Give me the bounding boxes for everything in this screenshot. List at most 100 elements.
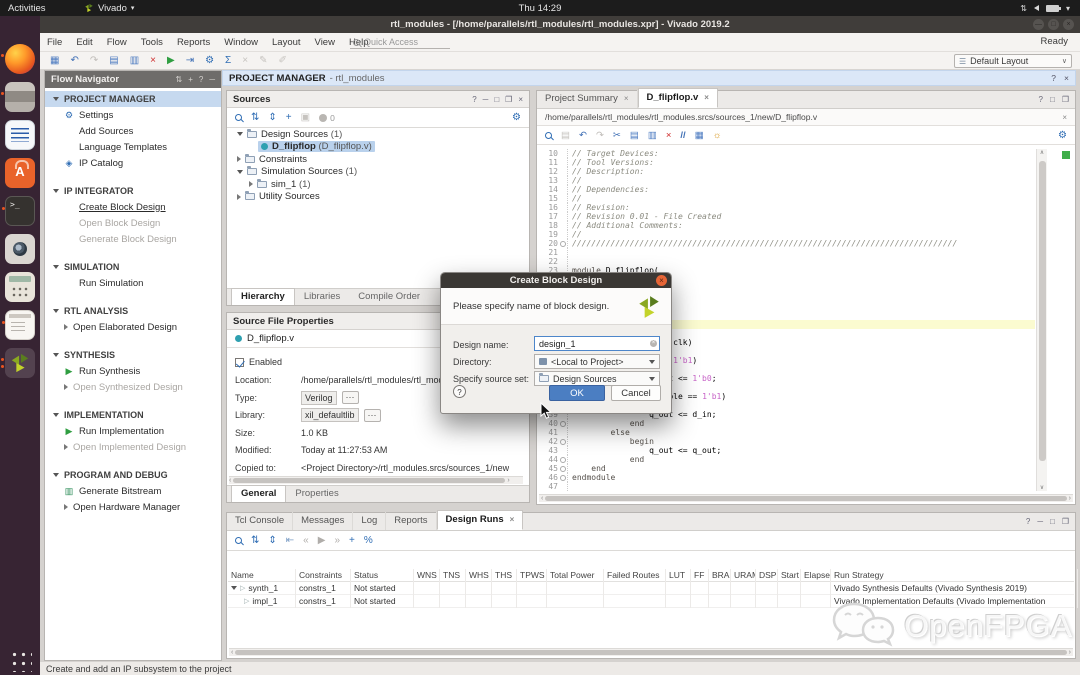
column-bram[interactable]: BRAM [709, 569, 731, 582]
search-icon[interactable] [235, 114, 242, 121]
menu-window[interactable]: Window [217, 33, 265, 52]
window-icon[interactable]: × [518, 95, 523, 104]
help-button[interactable]: ? [453, 385, 466, 398]
close-window-icon[interactable]: × [1063, 19, 1074, 30]
close-icon[interactable]: × [1064, 73, 1069, 83]
redo-icon[interactable]: ↷ [90, 53, 98, 69]
bottom-hscrollbar[interactable]: ‹› [229, 648, 1073, 656]
paste-icon[interactable]: ▥ [648, 130, 657, 141]
directory-select[interactable]: <Local to Project> [534, 354, 660, 369]
run-icon[interactable]: ▶ [167, 53, 175, 69]
add-icon[interactable]: + [188, 75, 193, 84]
menu-tools[interactable]: Tools [134, 33, 170, 52]
window-icon[interactable]: □ [494, 95, 499, 104]
tab-messages[interactable]: Messages [293, 512, 353, 530]
close-icon[interactable]: × [656, 275, 667, 286]
close-tab-icon[interactable]: × [704, 92, 709, 104]
code-line-19[interactable]: 19// [538, 230, 1035, 239]
delete-icon[interactable]: × [666, 130, 672, 141]
minimize-window-icon[interactable]: — [1033, 19, 1044, 30]
scroll-down-icon[interactable]: ∨ [1037, 484, 1047, 491]
flow-item-open-block-design[interactable]: Open Block Design [45, 215, 221, 231]
flow-section-project-manager[interactable]: PROJECT MANAGER [45, 91, 221, 107]
tree-item-design-sources[interactable]: Design Sources (1) [227, 128, 529, 141]
flow-item-generate-bitstream[interactable]: ▥Generate Bitstream [45, 483, 221, 499]
flow-section-synthesis[interactable]: SYNTHESIS [45, 347, 221, 363]
window-icon[interactable]: ─ [1037, 517, 1043, 526]
tab-project-summary[interactable]: Project Summary× [537, 90, 638, 108]
cancel-button[interactable]: Cancel [611, 385, 661, 401]
code-line-45[interactable]: 45 end [538, 464, 1035, 473]
tab-general[interactable]: General [231, 485, 286, 502]
add-sources-icon[interactable]: + [286, 109, 292, 127]
column-failed-routes[interactable]: Failed Routes [604, 569, 666, 582]
percent-icon[interactable]: % [364, 532, 373, 550]
menu-view[interactable]: View [308, 33, 342, 52]
flow-section-program-and-debug[interactable]: PROGRAM AND DEBUG [45, 467, 221, 483]
play-icon[interactable]: ▶ [318, 532, 326, 550]
open-project-icon[interactable]: ▦ [50, 53, 59, 69]
window-icon[interactable]: □ [1050, 95, 1055, 104]
tab-libraries[interactable]: Libraries [295, 289, 349, 305]
files-icon[interactable] [5, 82, 35, 112]
lightbulb-icon[interactable]: ☼ [713, 130, 722, 141]
column-tns[interactable]: TNS [440, 569, 466, 582]
sources-header[interactable]: Sources ?─□❐× [227, 91, 529, 108]
column-uram[interactable]: URAM [731, 569, 756, 582]
quick-access-search[interactable]: Quick Access [350, 36, 450, 49]
code-line-46[interactable]: 46endmodule [538, 473, 1035, 482]
run-row-synth-1[interactable]: ▷synth_1constrs_1Not startedVivado Synth… [228, 582, 1074, 595]
flow-item-run-implementation[interactable]: ▶Run Implementation [45, 423, 221, 439]
collapse-all-icon[interactable]: ⇅ [251, 532, 259, 550]
run-row-impl-1[interactable]: ▷impl_1constrs_1Not startedVivado Implem… [228, 595, 1074, 608]
delete-icon[interactable]: × [150, 53, 156, 69]
tab-hierarchy[interactable]: Hierarchy [231, 288, 295, 305]
save-icon[interactable]: ▤ [561, 130, 570, 141]
undo-icon[interactable]: ↶ [579, 130, 587, 141]
vivado-icon[interactable] [5, 348, 35, 378]
column-tpws[interactable]: TPWS [517, 569, 547, 582]
window-icon[interactable]: ─ [483, 95, 489, 104]
dock-toggle-icon[interactable]: ⇅ [176, 75, 183, 84]
tab-d-flipflop-v[interactable]: D_flipflop.v× [638, 88, 718, 108]
clock[interactable]: Thu 14:29 [0, 0, 1080, 16]
tab-reports[interactable]: Reports [386, 512, 436, 530]
step-forward-icon[interactable]: » [334, 532, 340, 550]
code-line-41[interactable]: 41 else [538, 428, 1035, 437]
column-ths[interactable]: THS [492, 569, 517, 582]
window-icon[interactable]: ? [1026, 517, 1030, 526]
flow-item-open-synthesized-design[interactable]: Open Synthesized Design [45, 379, 221, 395]
flow-section-rtl-analysis[interactable]: RTL ANALYSIS [45, 303, 221, 319]
close-tab-icon[interactable]: × [510, 514, 515, 526]
layout-selector[interactable]: ☰ Default Layout ∨ [954, 54, 1072, 68]
menu-layout[interactable]: Layout [265, 33, 308, 52]
column-constraints[interactable]: Constraints [296, 569, 351, 582]
window-icon[interactable]: ❐ [1062, 95, 1069, 104]
chevron-right-icon[interactable] [237, 156, 241, 162]
flow-section-implementation[interactable]: IMPLEMENTATION [45, 407, 221, 423]
tree-item-sim-1[interactable]: sim_1 (1) [227, 178, 529, 191]
code-line-10[interactable]: 10// Target Devices: [538, 149, 1035, 158]
window-icon[interactable]: □ [1050, 517, 1055, 526]
help-icon[interactable]: ? [1051, 73, 1056, 83]
help-icon[interactable]: ? [199, 75, 203, 84]
maximize-window-icon[interactable]: □ [1048, 19, 1059, 30]
calculator-icon[interactable] [5, 272, 35, 302]
more-button[interactable]: ⋯ [364, 409, 381, 422]
column-name[interactable]: Name [228, 569, 296, 582]
column-dsp[interactable]: DSP [756, 569, 778, 582]
chevron-down-icon[interactable] [231, 586, 237, 590]
window-title-bar[interactable]: rtl_modules - [/home/parallels/rtl_modul… [40, 16, 1080, 33]
flow-item-settings[interactable]: ⚙Settings [45, 107, 221, 123]
gear-icon[interactable]: ⚙ [1058, 130, 1067, 141]
flow-item-open-implemented-design[interactable]: Open Implemented Design [45, 439, 221, 455]
close-icon[interactable]: × [1062, 113, 1067, 122]
sum-icon[interactable]: Σ [225, 53, 231, 69]
tree-item-simulation-sources[interactable]: Simulation Sources (1) [227, 166, 529, 179]
flow-item-run-simulation[interactable]: Run Simulation [45, 275, 221, 291]
column-elapsed[interactable]: Elapsed [801, 569, 831, 582]
copy-icon[interactable]: ▤ [630, 130, 639, 141]
tab-log[interactable]: Log [353, 512, 386, 530]
tree-item-utility-sources[interactable]: Utility Sources [227, 191, 529, 204]
column-ff[interactable]: FF [691, 569, 709, 582]
